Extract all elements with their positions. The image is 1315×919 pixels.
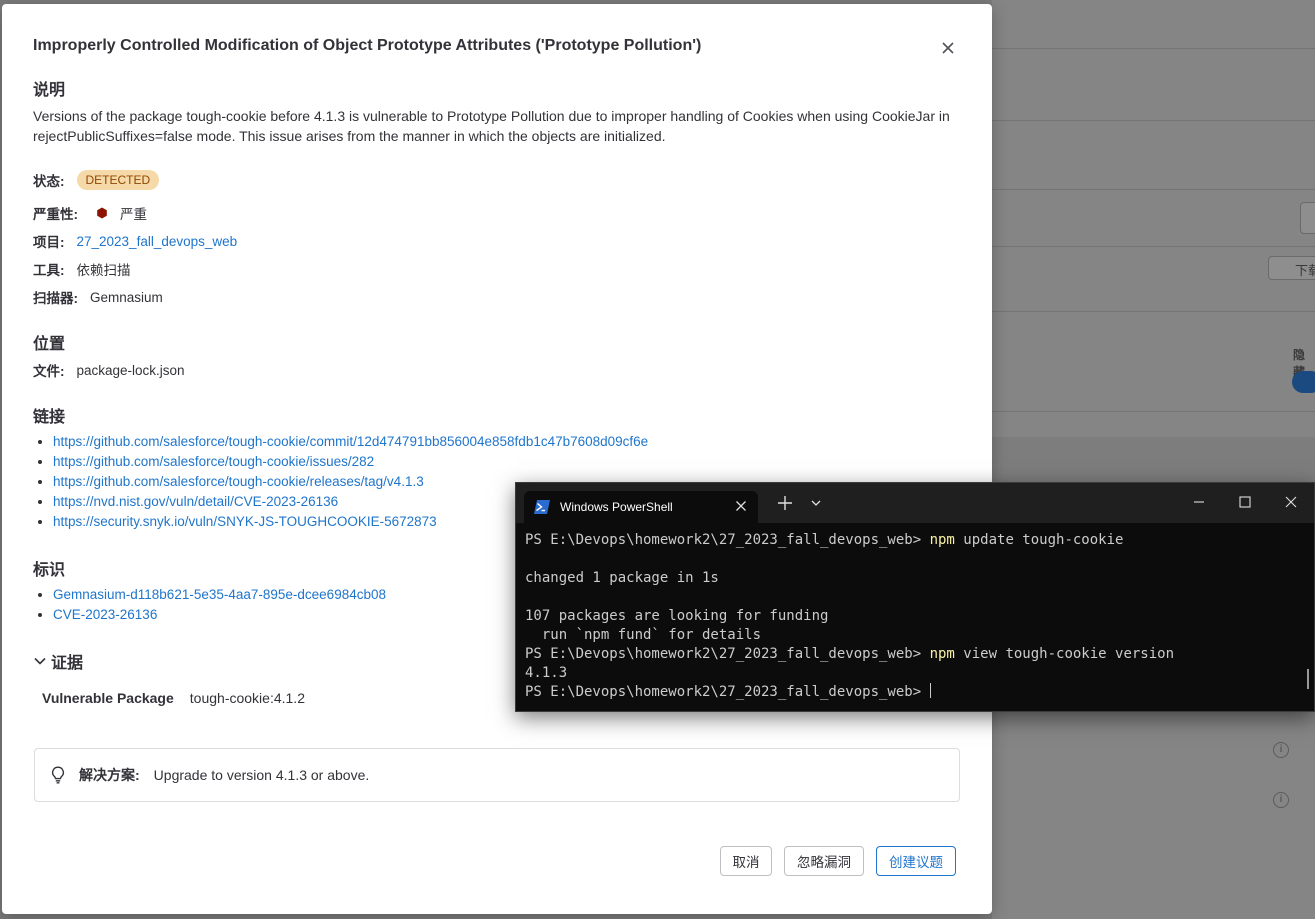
reference-link[interactable]: https://github.com/salesforce/tough-cook… <box>53 454 374 469</box>
prompt: PS E:\Devops\homework2\27_2023_fall_devo… <box>525 684 930 700</box>
terminal-window[interactable]: Windows PowerShell PS E:\Devops\homework… <box>515 482 1315 712</box>
terminal-titlebar[interactable]: Windows PowerShell <box>516 483 1314 523</box>
prompt: PS E:\Devops\homework2\27_2023_fall_devo… <box>525 646 930 662</box>
command-keyword: npm <box>929 532 955 548</box>
output-line: run `npm fund` for details <box>525 627 762 643</box>
evidence-row: Vulnerable Package tough-cookie:4.1.2 <box>42 690 305 706</box>
reference-link[interactable]: https://github.com/salesforce/tough-cook… <box>53 474 424 489</box>
output-line: 4.1.3 <box>525 665 568 681</box>
bg-divider <box>992 120 1315 121</box>
bg-download-label: 下载 <box>1295 263 1315 278</box>
chevron-down-icon[interactable] <box>810 499 822 507</box>
solution-label: 解决方案: <box>79 767 140 783</box>
info-icon: i <box>1273 792 1289 808</box>
modal-title: Improperly Controlled Modification of Ob… <box>33 37 702 54</box>
output-line: 107 packages are looking for funding <box>525 608 829 624</box>
identifiers-list: Gemnasium-d118b621-5e35-4aa7-895e-dcee69… <box>33 585 386 625</box>
dismiss-vulnerability-button[interactable]: 忽略漏洞 <box>784 846 864 876</box>
command-args: view tough-cookie version <box>954 646 1175 662</box>
reference-link[interactable]: https://github.com/salesforce/tough-cook… <box>53 434 648 449</box>
info-icon: i <box>1273 742 1289 758</box>
project-label: 项目: <box>33 235 65 250</box>
bg-divider <box>992 311 1315 312</box>
terminal-output[interactable]: PS E:\Devops\homework2\27_2023_fall_devo… <box>525 531 1174 702</box>
close-window-icon[interactable] <box>1284 495 1298 509</box>
project-row: 项目: 27_2023_fall_devops_web <box>33 231 237 251</box>
description-text: Versions of the package tough-cookie bef… <box>33 108 950 144</box>
identifiers-heading: 标识 <box>33 562 66 579</box>
file-label: 文件: <box>33 364 65 379</box>
tool-label: 工具: <box>33 263 65 278</box>
solution-value: Upgrade to version 4.1.3 or above. <box>153 767 370 783</box>
location-heading: 位置 <box>33 336 66 353</box>
list-item: https://github.com/salesforce/tough-cook… <box>53 452 648 472</box>
scanner-value: Gemnasium <box>90 289 163 305</box>
bg-divider <box>992 246 1315 247</box>
prompt: PS E:\Devops\homework2\27_2023_fall_devo… <box>525 532 930 548</box>
bg-toggle <box>1292 371 1315 393</box>
solution-box: 解决方案: Upgrade to version 4.1.3 or above. <box>34 748 960 802</box>
status-badge: DETECTED <box>76 170 160 190</box>
bulb-icon <box>52 766 64 784</box>
terminal-tab[interactable]: Windows PowerShell <box>524 491 758 523</box>
terminal-tab-title: Windows PowerShell <box>560 500 673 514</box>
cancel-button[interactable]: 取消 <box>720 846 772 876</box>
file-row: 文件: package-lock.json <box>33 360 185 380</box>
severity-value: 严重 <box>120 207 147 222</box>
status-row: 状态: DETECTED <box>33 170 160 190</box>
file-value: package-lock.json <box>76 362 185 378</box>
chevron-down-icon <box>34 657 46 665</box>
new-tab-icon[interactable] <box>778 496 792 510</box>
text-cursor <box>929 683 931 698</box>
powershell-icon <box>534 500 550 514</box>
bg-download-button: 下载 <box>1268 256 1315 280</box>
close-tab-icon[interactable] <box>734 499 748 513</box>
list-item: Gemnasium-d118b621-5e35-4aa7-895e-dcee69… <box>53 585 386 605</box>
identifier-link[interactable]: CVE-2023-26136 <box>53 607 157 622</box>
status-label: 状态: <box>33 174 65 189</box>
bg-divider <box>992 411 1315 412</box>
project-link[interactable]: 27_2023_fall_devops_web <box>77 234 238 249</box>
evidence-heading: 证据 <box>51 655 84 672</box>
tool-value: 依赖扫描 <box>76 263 131 278</box>
command-args: update tough-cookie <box>954 532 1124 548</box>
reference-link[interactable]: https://nvd.nist.gov/vuln/detail/CVE-202… <box>53 494 338 509</box>
severity-critical-icon <box>97 207 107 219</box>
vulnerability-modal: Improperly Controlled Modification of Ob… <box>2 4 992 914</box>
terminal-scrollbar[interactable] <box>1307 669 1309 689</box>
command-keyword: npm <box>929 646 955 662</box>
output-line: changed 1 package in 1s <box>525 570 719 586</box>
reference-link[interactable]: https://security.snyk.io/vuln/SNYK-JS-TO… <box>53 514 437 529</box>
maximize-icon[interactable] <box>1238 495 1252 509</box>
bg-divider <box>992 189 1315 190</box>
severity-label: 严重性: <box>33 207 78 222</box>
close-icon[interactable] <box>938 38 958 58</box>
bg-band <box>992 437 1315 482</box>
links-heading: 链接 <box>33 409 66 426</box>
evidence-toggle[interactable]: 证据 <box>33 649 83 673</box>
bg-divider <box>992 48 1315 49</box>
description-heading: 说明 <box>33 82 66 99</box>
create-issue-button[interactable]: 创建议题 <box>876 846 956 876</box>
list-item: CVE-2023-26136 <box>53 605 386 625</box>
tool-row: 工具: 依赖扫描 <box>33 259 131 279</box>
evidence-key: Vulnerable Package <box>42 690 174 706</box>
scanner-label: 扫描器: <box>33 291 78 306</box>
severity-row: 严重性: 严重 <box>33 203 147 223</box>
identifier-link[interactable]: Gemnasium-d118b621-5e35-4aa7-895e-dcee69… <box>53 587 386 602</box>
minimize-icon[interactable] <box>1192 495 1206 509</box>
evidence-value: tough-cookie:4.1.2 <box>189 690 305 706</box>
list-item: https://github.com/salesforce/tough-cook… <box>53 432 648 452</box>
bg-button <box>1300 202 1315 234</box>
scanner-row: 扫描器: Gemnasium <box>33 287 163 307</box>
